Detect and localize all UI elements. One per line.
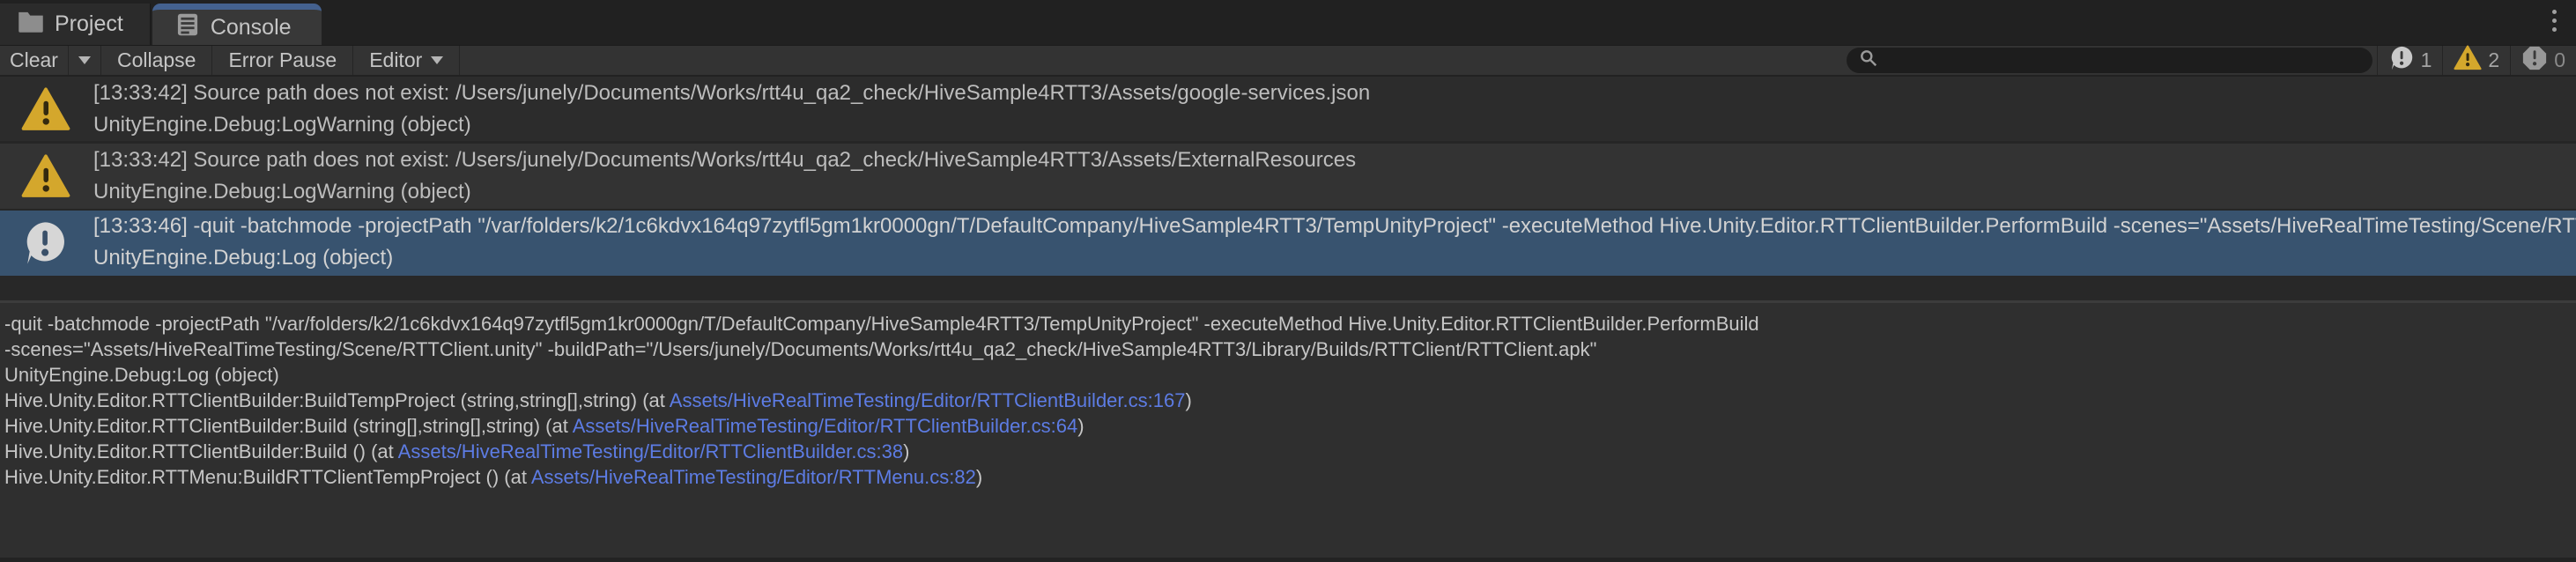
chevron-down-icon — [431, 56, 443, 64]
detail-text: ) — [903, 440, 909, 462]
warning-count: 2 — [2488, 48, 2499, 72]
warning-triangle-icon — [2454, 45, 2482, 76]
info-bubble-icon — [21, 219, 69, 267]
tab-label: Project — [55, 11, 123, 37]
log-list-empty-area — [0, 276, 2576, 300]
log-callsite: UnityEngine.Debug:LogWarning (object) — [93, 109, 2576, 141]
detail-text: Hive.Unity.Editor.RTTMenu:BuildRTTClient… — [4, 466, 531, 488]
source-link[interactable]: Assets/HiveRealTimeTesting/Editor/RTTCli… — [573, 415, 1077, 437]
tab-console[interactable]: Console — [152, 4, 322, 45]
info-count-toggle[interactable]: 1 — [2377, 46, 2443, 75]
detail-text: ) — [976, 466, 982, 488]
stack-frame-line: Hive.Unity.Editor.RTTMenu:BuildRTTClient… — [4, 464, 2567, 490]
log-count-filters: 1 2 0 — [2377, 46, 2576, 75]
search-input[interactable] — [1885, 49, 2360, 72]
search-icon — [1859, 48, 1878, 72]
error-octagon-icon — [2521, 45, 2548, 77]
info-count: 1 — [2421, 48, 2432, 72]
console-icon — [175, 12, 200, 43]
log-entry-warning-1[interactable]: [13:33:42] Source path does not exist: /… — [0, 77, 2576, 141]
info-bubble-icon — [2388, 45, 2415, 77]
clear-dropdown-button[interactable] — [69, 46, 101, 75]
collapse-label: Collapse — [117, 48, 196, 72]
detail-line: -quit -batchmode -projectPath "/var/fold… — [4, 311, 2567, 336]
detail-line: -scenes="Assets/HiveRealTimeTesting/Scen… — [4, 336, 2567, 362]
error-count-toggle[interactable]: 0 — [2510, 46, 2576, 75]
log-message: [13:33:42] Source path does not exist: /… — [93, 77, 2576, 109]
collapse-toggle[interactable]: Collapse — [101, 46, 213, 75]
log-callsite: UnityEngine.Debug:Log (object) — [93, 242, 2576, 274]
folder-icon — [18, 11, 44, 39]
error-pause-toggle[interactable]: Error Pause — [212, 46, 353, 75]
detail-text: ) — [1077, 415, 1084, 437]
log-message: [13:33:42] Source path does not exist: /… — [93, 144, 2576, 176]
detail-text: -quit -batchmode -projectPath "/var/fold… — [4, 313, 1759, 335]
stack-frame-line: Hive.Unity.Editor.RTTClientBuilder:Build… — [4, 413, 2567, 439]
detail-text: Hive.Unity.Editor.RTTClientBuilder:Build… — [4, 415, 573, 437]
tab-label: Console — [211, 15, 292, 41]
clear-label: Clear — [10, 48, 58, 72]
detail-text: -scenes="Assets/HiveRealTimeTesting/Scen… — [4, 338, 1596, 360]
detail-line: UnityEngine.Debug:Log (object) — [4, 362, 2567, 388]
tab-bar: Project Console — [0, 0, 2576, 45]
log-entry-warning-2[interactable]: [13:33:42] Source path does not exist: /… — [0, 141, 2576, 209]
error-count: 0 — [2554, 48, 2565, 72]
search-box[interactable] — [1847, 48, 2372, 73]
log-message: [13:33:46] -quit -batchmode -projectPath… — [93, 211, 2576, 242]
window-bottom-edge — [0, 558, 2576, 562]
chevron-down-icon — [78, 56, 91, 64]
stack-frame-line: Hive.Unity.Editor.RTTClientBuilder:Build… — [4, 388, 2567, 413]
source-link[interactable]: Assets/HiveRealTimeTesting/Editor/RTTCli… — [670, 389, 1186, 411]
log-detail-pane: -quit -batchmode -projectPath "/var/fold… — [0, 303, 2576, 562]
console-toolbar: Clear Collapse Error Pause Editor — [0, 45, 2576, 77]
detail-text: Hive.Unity.Editor.RTTClientBuilder:Build… — [4, 389, 670, 411]
source-link[interactable]: Assets/HiveRealTimeTesting/Editor/RTTCli… — [398, 440, 903, 462]
toolbar-spacer — [460, 46, 1846, 75]
log-entry-info-selected[interactable]: [13:33:46] -quit -batchmode -projectPath… — [0, 209, 2576, 276]
stack-frame-line: Hive.Unity.Editor.RTTClientBuilder:Build… — [4, 439, 2567, 464]
detail-text: UnityEngine.Debug:Log (object) — [4, 364, 279, 386]
editor-dropdown[interactable]: Editor — [353, 46, 460, 75]
log-callsite: UnityEngine.Debug:LogWarning (object) — [93, 176, 2576, 208]
warning-triangle-icon — [21, 154, 70, 199]
warning-count-toggle[interactable]: 2 — [2442, 46, 2510, 75]
clear-button[interactable]: Clear — [0, 46, 69, 75]
editor-label: Editor — [369, 48, 422, 72]
tab-project[interactable]: Project — [0, 4, 151, 45]
source-link[interactable]: Assets/HiveRealTimeTesting/Editor/RTTMen… — [531, 466, 976, 488]
warning-triangle-icon — [21, 86, 70, 131]
log-list: [13:33:42] Source path does not exist: /… — [0, 77, 2576, 300]
error-pause-label: Error Pause — [228, 48, 337, 72]
detail-text: ) — [1185, 389, 1191, 411]
unity-console-window: Project Console Clear Collapse Error Pau… — [0, 0, 2576, 562]
detail-text: Hive.Unity.Editor.RTTClientBuilder:Build… — [4, 440, 398, 462]
kebab-menu-icon[interactable] — [2549, 6, 2560, 35]
